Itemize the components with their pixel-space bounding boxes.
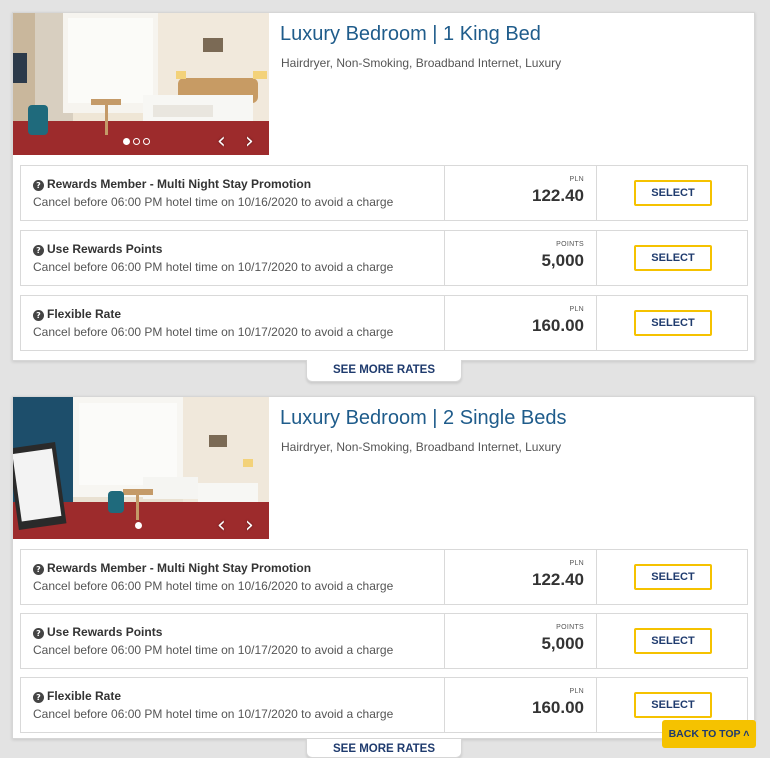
rate-name-label: Flexible Rate [47,307,122,321]
price-currency: PLN [569,176,584,183]
price-value: 160.00 [532,698,584,717]
rate-name: ? Rewards Member - Multi Night Stay Promo… [33,561,311,575]
rate-name-label: Use Rewards Points [47,625,163,639]
price-currency: PLN [569,688,584,695]
back-to-top-button[interactable]: BACK TO TOP ˄ [662,720,756,748]
room-photo [13,397,269,539]
rate-name: ? Use Rewards Points [33,242,162,256]
select-rate-button[interactable]: SELECT [634,692,712,718]
cancellation-policy: Cancel before 06:00 PM hotel time on 10/… [33,325,394,339]
price-value: 122.40 [532,186,584,205]
rate-row: ? Use Rewards Points Cancel before 06:00 … [20,613,748,669]
rate-name-label: Use Rewards Points [47,242,163,256]
carousel-dot-active[interactable] [123,138,130,145]
room-photo-carousel[interactable]: ‹ › [13,397,269,539]
room-title[interactable]: Luxury Bedroom | 2 Single Beds [280,407,566,430]
rate-name-label: Rewards Member - Multi Night Stay Promot… [47,177,312,191]
chevron-right-icon[interactable]: › [245,131,254,153]
question-circle-icon[interactable]: ? [33,310,44,321]
price-cell: PLN 160.00 [445,296,597,350]
cancellation-policy: Cancel before 06:00 PM hotel time on 10/… [33,707,394,721]
select-cell: SELECT [597,614,747,668]
rate-name: ? Flexible Rate [33,307,121,321]
select-rate-button[interactable]: SELECT [634,310,712,336]
price-currency: PLN [569,560,584,567]
select-cell: SELECT [597,296,747,350]
select-rate-button[interactable]: SELECT [634,628,712,654]
rate-row: ? Rewards Member - Multi Night Stay Promo… [20,165,748,221]
chevron-left-icon[interactable]: ‹ [217,515,226,537]
price-cell: POINTS 5,000 [445,614,597,668]
select-cell: SELECT [597,550,747,604]
select-rate-button[interactable]: SELECT [634,180,712,206]
select-cell: SELECT [597,231,747,285]
room-card: ‹ › Luxury Bedroom | 1 King Bed Hairdrye… [12,12,755,361]
carousel-dot[interactable] [133,138,140,145]
room-photo-carousel[interactable]: ‹ › [13,13,269,155]
rate-info: ? Flexible Rate Cancel before 06:00 PM ho… [21,296,445,350]
price-cell: PLN 160.00 [445,678,597,732]
cancellation-policy: Cancel before 06:00 PM hotel time on 10/… [33,579,394,593]
room-card: ‹ › Luxury Bedroom | 2 Single Beds Haird… [12,396,755,739]
rate-info: ? Use Rewards Points Cancel before 06:00 … [21,614,445,668]
rate-info: ? Use Rewards Points Cancel before 06:00 … [21,231,445,285]
rate-row: ? Flexible Rate Cancel before 06:00 PM ho… [20,677,748,733]
price-value: 5,000 [541,251,584,270]
price-cell: PLN 122.40 [445,550,597,604]
chevron-left-icon[interactable]: ‹ [217,131,226,153]
room-amenities: Hairdryer, Non-Smoking, Broadband Intern… [281,440,562,454]
question-circle-icon[interactable]: ? [33,180,44,191]
select-rate-button[interactable]: SELECT [634,245,712,271]
rate-name: ? Rewards Member - Multi Night Stay Promo… [33,177,311,191]
question-circle-icon[interactable]: ? [33,628,44,639]
price-currency: POINTS [556,241,584,248]
see-more-rates-button[interactable]: SEE MORE RATES [306,360,462,382]
rate-name-label: Rewards Member - Multi Night Stay Promot… [47,561,312,575]
select-cell: SELECT [597,166,747,220]
question-circle-icon[interactable]: ? [33,564,44,575]
rate-info: ? Flexible Rate Cancel before 06:00 PM ho… [21,678,445,732]
carousel-dot-active[interactable] [135,522,142,529]
rate-name: ? Use Rewards Points [33,625,162,639]
rate-row: ? Flexible Rate Cancel before 06:00 PM ho… [20,295,748,351]
chevron-right-icon[interactable]: › [245,515,254,537]
select-rate-button[interactable]: SELECT [634,564,712,590]
price-currency: POINTS [556,624,584,631]
rate-info: ? Rewards Member - Multi Night Stay Promo… [21,166,445,220]
carousel-dots[interactable] [123,138,150,145]
room-photo [13,13,269,155]
price-cell: PLN 122.40 [445,166,597,220]
room-amenities: Hairdryer, Non-Smoking, Broadband Intern… [281,56,562,70]
price-currency: PLN [569,306,584,313]
cancellation-policy: Cancel before 06:00 PM hotel time on 10/… [33,643,394,657]
cancellation-policy: Cancel before 06:00 PM hotel time on 10/… [33,260,394,274]
rate-info: ? Rewards Member - Multi Night Stay Promo… [21,550,445,604]
room-title[interactable]: Luxury Bedroom | 1 King Bed [280,23,541,46]
question-circle-icon[interactable]: ? [33,245,44,256]
rate-name: ? Flexible Rate [33,689,121,703]
price-value: 160.00 [532,316,584,335]
price-value: 122.40 [532,570,584,589]
price-cell: POINTS 5,000 [445,231,597,285]
cancellation-policy: Cancel before 06:00 PM hotel time on 10/… [33,195,394,209]
rate-name-label: Flexible Rate [47,689,122,703]
rate-row: ? Use Rewards Points Cancel before 06:00 … [20,230,748,286]
carousel-dots[interactable] [135,522,142,529]
see-more-rates-button[interactable]: SEE MORE RATES [306,739,462,758]
question-circle-icon[interactable]: ? [33,692,44,703]
carousel-dot[interactable] [143,138,150,145]
price-value: 5,000 [541,634,584,653]
rate-row: ? Rewards Member - Multi Night Stay Promo… [20,549,748,605]
